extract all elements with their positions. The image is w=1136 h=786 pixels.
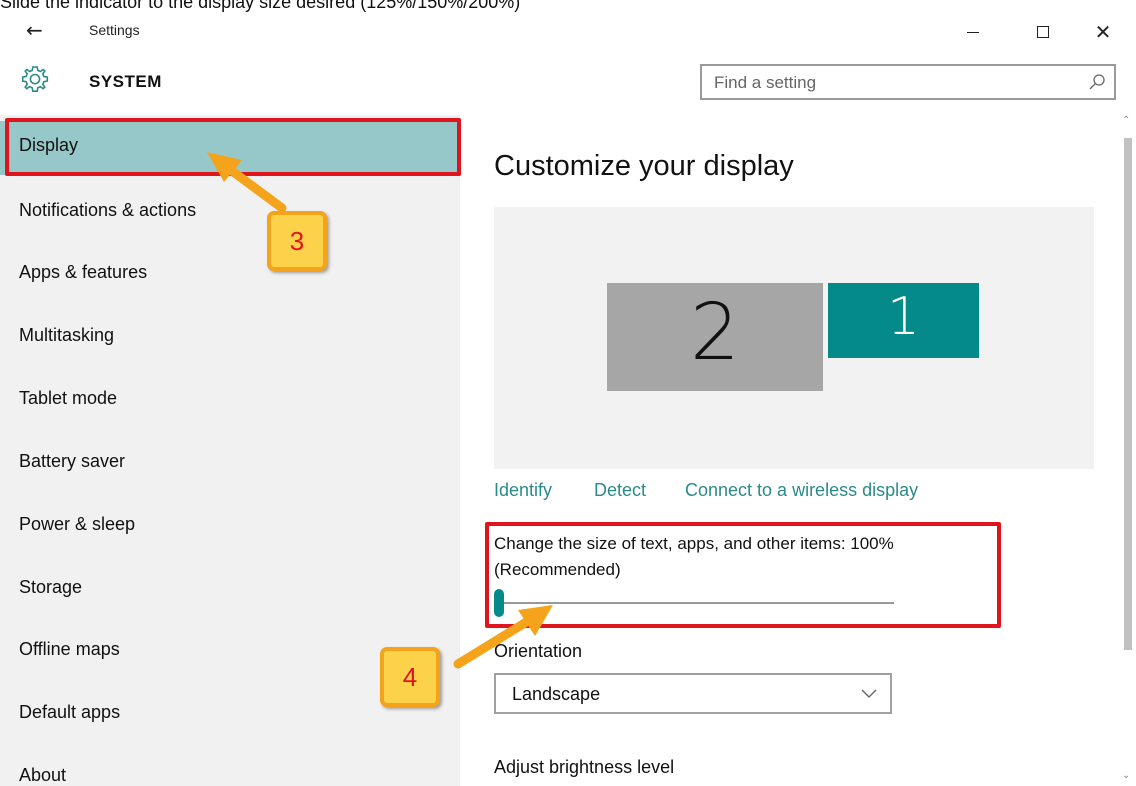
sidebar-item-label: About [19,765,67,785]
sidebar-item-label: Notifications & actions [19,200,197,220]
monitor-1[interactable]: 1 [828,283,979,358]
search-input[interactable]: Find a setting [700,64,1116,100]
scroll-up-icon[interactable]: ⌃ [1122,115,1130,126]
sidebar-item-notifications[interactable]: Notifications & actions [0,184,460,238]
brightness-label: Adjust brightness level [494,757,675,777]
close-button[interactable]: ✕ [1080,14,1126,50]
sidebar-item-power-sleep[interactable]: Power & sleep [0,498,460,552]
gear-icon [21,66,49,92]
maximize-button[interactable] [1020,14,1066,50]
maximize-icon [1037,26,1049,38]
sidebar-item-label: Apps & features [19,262,148,282]
title-bar: ← Settings ✕ [0,14,1136,52]
sidebar-item-tablet-mode[interactable]: Tablet mode [0,372,460,426]
orientation-value: Landscape [512,684,601,704]
monitor-2[interactable]: 2 [607,283,823,391]
sidebar-item-label: Offline maps [19,639,120,659]
sidebar-item-label: Storage [19,577,83,597]
window-title: Settings [89,22,140,38]
monitor-number: 2 [690,288,740,378]
close-icon: ✕ [1094,20,1112,44]
wireless-display-link[interactable]: Connect to a wireless display [685,480,918,501]
sidebar-item-label: Default apps [19,702,121,722]
identify-link[interactable]: Identify [494,480,552,501]
monitor-number: 1 [886,287,921,347]
search-icon[interactable] [1088,73,1106,91]
page-title: SYSTEM [89,72,162,91]
sidebar-item-multitasking[interactable]: Multitasking [0,309,460,363]
sidebar-item-about[interactable]: About [0,749,460,786]
display-highlight-box [5,118,461,176]
sidebar-item-label: Power & sleep [19,514,136,534]
instruction-caption: Slide the indicator to the display size … [0,0,521,12]
scrollbar[interactable]: ⌃ ⌄ [1118,115,1136,786]
monitor-arrangement: 2 1 [494,207,1094,469]
sidebar-item-battery-saver[interactable]: Battery saver [0,435,460,489]
detect-link[interactable]: Detect [594,480,646,501]
step-3-badge: 3 [267,211,327,271]
chevron-down-icon [861,689,877,698]
minimize-button[interactable] [950,14,996,50]
search-placeholder: Find a setting [714,73,817,92]
main-title: Customize your display [494,150,794,182]
scroll-down-icon[interactable]: ⌄ [1122,770,1130,781]
sidebar-item-label: Battery saver [19,451,126,471]
step-4-badge: 4 [380,647,440,707]
sidebar-item-storage[interactable]: Storage [0,561,460,615]
scale-highlight-box [485,522,1001,628]
orientation-label: Orientation [494,641,583,661]
sidebar-item-label: Multitasking [19,325,115,345]
sidebar-item-apps-features[interactable]: Apps & features [0,246,460,300]
scrollbar-thumb[interactable] [1124,138,1132,650]
sidebar-item-label: Tablet mode [19,388,118,408]
minimize-icon [967,31,979,33]
back-arrow-icon[interactable]: ← [26,18,43,42]
orientation-select[interactable]: Landscape [494,673,892,714]
